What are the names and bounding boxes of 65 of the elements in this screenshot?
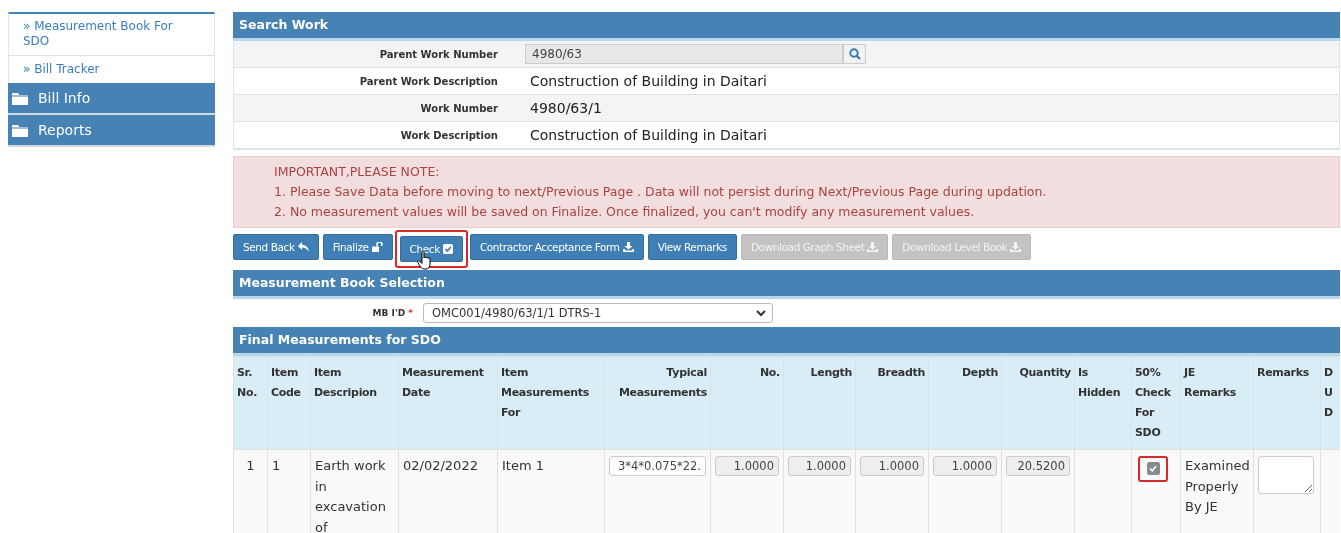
field-label: MB I'D * <box>371 308 413 318</box>
sidebar-section[interactable]: Bill Info <box>8 83 215 115</box>
column-header: Quantity <box>1001 356 1075 450</box>
column-header: D U D <box>1320 356 1340 450</box>
column-header: Item Measurements For <box>497 356 605 450</box>
remarks-field[interactable] <box>1258 456 1314 494</box>
column-header: Sr. No. <box>233 356 268 450</box>
panel-header: Final Measurements for SDO <box>233 327 1340 356</box>
column-header: Depth <box>928 356 1002 450</box>
column-header: No. <box>710 356 784 450</box>
field-label: Parent Work Number <box>378 48 498 60</box>
action-button[interactable]: Contractor Acceptance Form <box>469 234 644 260</box>
action-button[interactable]: Send Back <box>233 234 319 260</box>
column-header: Is Hidden <box>1074 356 1132 450</box>
table-cell: 02/02/2022 <box>398 449 498 533</box>
chevron-down-icon <box>756 309 766 317</box>
table-cell: 1 <box>233 449 268 533</box>
readonly-field[interactable]: 1.0000 <box>860 456 924 476</box>
unlocked-padlock-icon <box>371 242 383 252</box>
measurement-field[interactable]: 3*4*0.075*22. <box>609 456 706 476</box>
readonly-field[interactable]: 20.5200 <box>1006 456 1070 476</box>
field-value: 4980/63/1 <box>529 100 602 116</box>
column-header: Measurement Date <box>398 356 498 450</box>
notice-heading: IMPORTANT,PLEASE NOTE: <box>274 163 441 181</box>
readonly-field[interactable]: 1.0000 <box>788 456 851 476</box>
checkmark-icon <box>1149 465 1157 472</box>
column-header: Remarks <box>1253 356 1321 450</box>
table-cell: Examined Properly By JE <box>1180 449 1254 533</box>
table-cell: Earth work in excavation of <box>310 449 399 533</box>
field-value: Construction of Building in Daitari <box>529 73 767 89</box>
required-mark: * <box>408 308 413 318</box>
search-icon <box>848 48 861 60</box>
download-icon <box>867 242 879 252</box>
download-icon <box>622 242 634 252</box>
sidebar-link[interactable]: » Measurement Book For SDO <box>8 12 215 55</box>
column-header: JE Remarks <box>1180 356 1254 450</box>
field-label: Work Number <box>419 102 498 114</box>
search-button[interactable] <box>843 44 866 64</box>
field-value: Construction of Building in Daitari <box>529 127 767 143</box>
download-icon <box>1010 242 1022 252</box>
action-button[interactable]: Finalize <box>322 234 393 260</box>
reply-arrow-icon <box>297 242 309 252</box>
column-header: 50% Check For SDO <box>1131 356 1181 450</box>
field-label: Parent Work Description <box>358 75 498 87</box>
table-cell: 1 <box>267 449 311 533</box>
table-cell: Item 1 <box>497 449 605 533</box>
readonly-field[interactable]: 1.0000 <box>933 456 997 476</box>
column-header: Breadth <box>855 356 929 450</box>
checkbox-icon <box>442 244 453 254</box>
column-header: Typical Measurements <box>604 356 711 450</box>
sidebar-section[interactable]: Reports <box>8 115 215 147</box>
readonly-field[interactable]: 1.0000 <box>715 456 779 476</box>
notice-text: 1. Please Save Data before moving to next/Previous Page . Data will not persist during Next/Previous Page during updation. <box>274 183 1048 201</box>
panel-header: Search Work <box>233 12 1340 41</box>
action-button[interactable]: View Remarks <box>647 234 737 260</box>
field-label: Work Description <box>399 129 498 141</box>
column-header: Length <box>783 356 856 450</box>
column-header: Item Descripion <box>310 356 399 450</box>
work-number-field[interactable]: 4980/63 <box>525 44 843 64</box>
column-header: Item Code <box>267 356 311 450</box>
mb-id-dropdown[interactable]: OMC001/4980/63/1/1 DTRS-1 <box>423 303 773 323</box>
folder-icon <box>12 123 28 137</box>
panel-header: Measurement Book Selection <box>233 270 1340 299</box>
notice-text: 2. No measurement values will be saved on Finalize. Once finalized, you can't modify any measurement values. <box>274 203 976 221</box>
folder-icon <box>12 91 28 105</box>
